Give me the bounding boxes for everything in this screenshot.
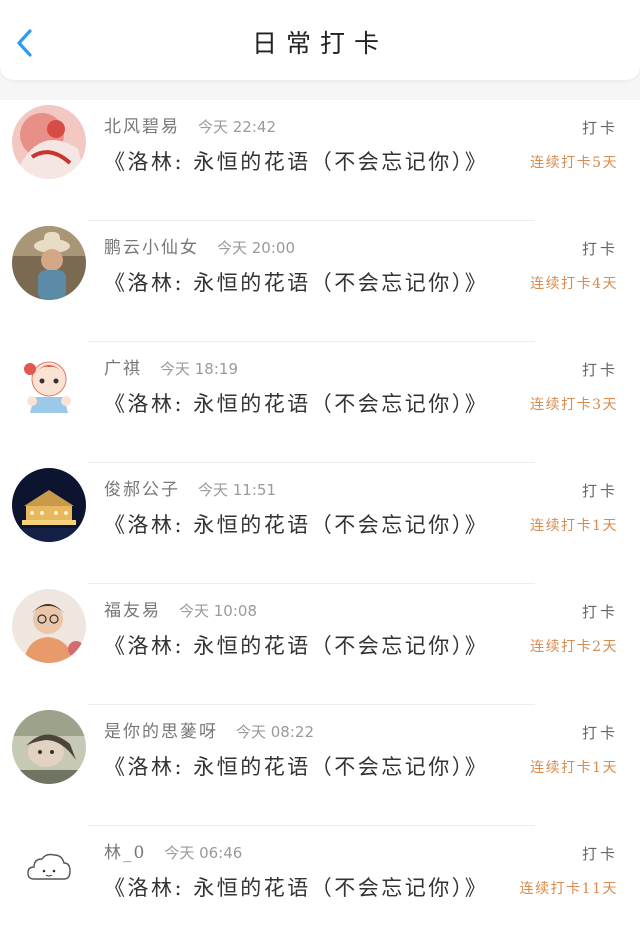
checkin-label[interactable]: 打卡 [582, 359, 618, 380]
avatar[interactable] [12, 226, 86, 300]
username: 俊郝公子 今天 11:51 [104, 475, 276, 500]
checkin-label[interactable]: 打卡 [582, 480, 618, 501]
book-title: 《洛林: 永恒的花语（不会忘记你）》 [104, 150, 489, 174]
timestamp: 今天 08:22 [236, 723, 314, 741]
list-item: 广祺 今天 18:19 《洛林: 永恒的花语（不会忘记你）》 打卡 连续打卡3天 [0, 342, 640, 463]
username-text: 是你的思蓌呀 [104, 722, 218, 742]
avatar[interactable] [12, 468, 86, 542]
avatar[interactable] [12, 589, 86, 663]
timestamp: 今天 10:08 [179, 602, 257, 620]
book-title: 《洛林: 永恒的花语（不会忘记你）》 [104, 271, 489, 295]
book-title: 《洛林: 永恒的花语（不会忘记你）》 [104, 634, 489, 658]
list-item: 福友易 今天 10:08 《洛林: 永恒的花语（不会忘记你）》 打卡 连续打卡2天 [0, 584, 640, 705]
streak-badge: 连续打卡2天 [530, 639, 618, 655]
list-item: 鹏云小仙女 今天 20:00 《洛林: 永恒的花语（不会忘记你）》 打卡 连续打卡… [0, 221, 640, 342]
checkin-label[interactable]: 打卡 [582, 843, 618, 864]
checkin-label[interactable]: 打卡 [582, 601, 618, 622]
page-title: 日常打卡 [251, 29, 388, 58]
avatar[interactable] [12, 831, 86, 905]
list-item: 俊郝公子 今天 11:51 《洛林: 永恒的花语（不会忘记你）》 打卡 连续打卡1… [0, 463, 640, 584]
username-text: 北风碧易 [104, 117, 180, 137]
top-bar: 日常打卡 [0, 0, 640, 80]
username-text: 林_0 [104, 843, 147, 863]
username: 是你的思蓌呀 今天 08:22 [104, 717, 314, 742]
username: 鹏云小仙女 今天 20:00 [104, 233, 295, 258]
timestamp: 今天 06:46 [164, 844, 243, 862]
username-text: 福友易 [104, 601, 161, 621]
avatar[interactable] [12, 105, 86, 179]
username: 福友易 今天 10:08 [104, 596, 257, 621]
username-text: 广祺 [104, 359, 142, 379]
streak-badge: 连续打卡5天 [530, 155, 618, 171]
avatar[interactable] [12, 710, 86, 784]
checkin-label[interactable]: 打卡 [582, 117, 618, 138]
book-title: 《洛林: 永恒的花语（不会忘记你）》 [104, 392, 489, 416]
username: 广祺 今天 18:19 [104, 354, 238, 379]
username: 林_0 今天 06:46 [104, 838, 242, 863]
streak-badge: 连续打卡11天 [519, 881, 618, 897]
avatar[interactable] [12, 347, 86, 421]
username-text: 俊郝公子 [104, 480, 180, 500]
book-title: 《洛林: 永恒的花语（不会忘记你）》 [104, 876, 489, 900]
checkin-list: 北风碧易 今天 22:42 《洛林: 永恒的花语（不会忘记你）》 打卡 连续打卡5… [0, 100, 640, 947]
timestamp: 今天 20:00 [217, 239, 295, 257]
streak-badge: 连续打卡4天 [530, 276, 618, 292]
timestamp: 今天 11:51 [198, 481, 276, 499]
list-item: 是你的思蓌呀 今天 08:22 《洛林: 永恒的花语（不会忘记你）》 打卡 连续打… [0, 705, 640, 826]
streak-badge: 连续打卡3天 [530, 397, 618, 413]
username: 北风碧易 今天 22:42 [104, 112, 276, 137]
timestamp: 今天 22:42 [198, 118, 276, 136]
list-item: 林_0 今天 06:46 《洛林: 永恒的花语（不会忘记你）》 打卡 连续打卡11… [0, 826, 640, 947]
streak-badge: 连续打卡1天 [530, 760, 618, 776]
checkin-label[interactable]: 打卡 [582, 722, 618, 743]
book-title: 《洛林: 永恒的花语（不会忘记你）》 [104, 755, 489, 779]
book-title: 《洛林: 永恒的花语（不会忘记你）》 [104, 513, 489, 537]
username-text: 鹏云小仙女 [104, 238, 199, 258]
timestamp: 今天 18:19 [160, 360, 238, 378]
streak-badge: 连续打卡1天 [530, 518, 618, 534]
list-item: 北风碧易 今天 22:42 《洛林: 永恒的花语（不会忘记你）》 打卡 连续打卡5… [0, 100, 640, 221]
checkin-label[interactable]: 打卡 [582, 238, 618, 259]
